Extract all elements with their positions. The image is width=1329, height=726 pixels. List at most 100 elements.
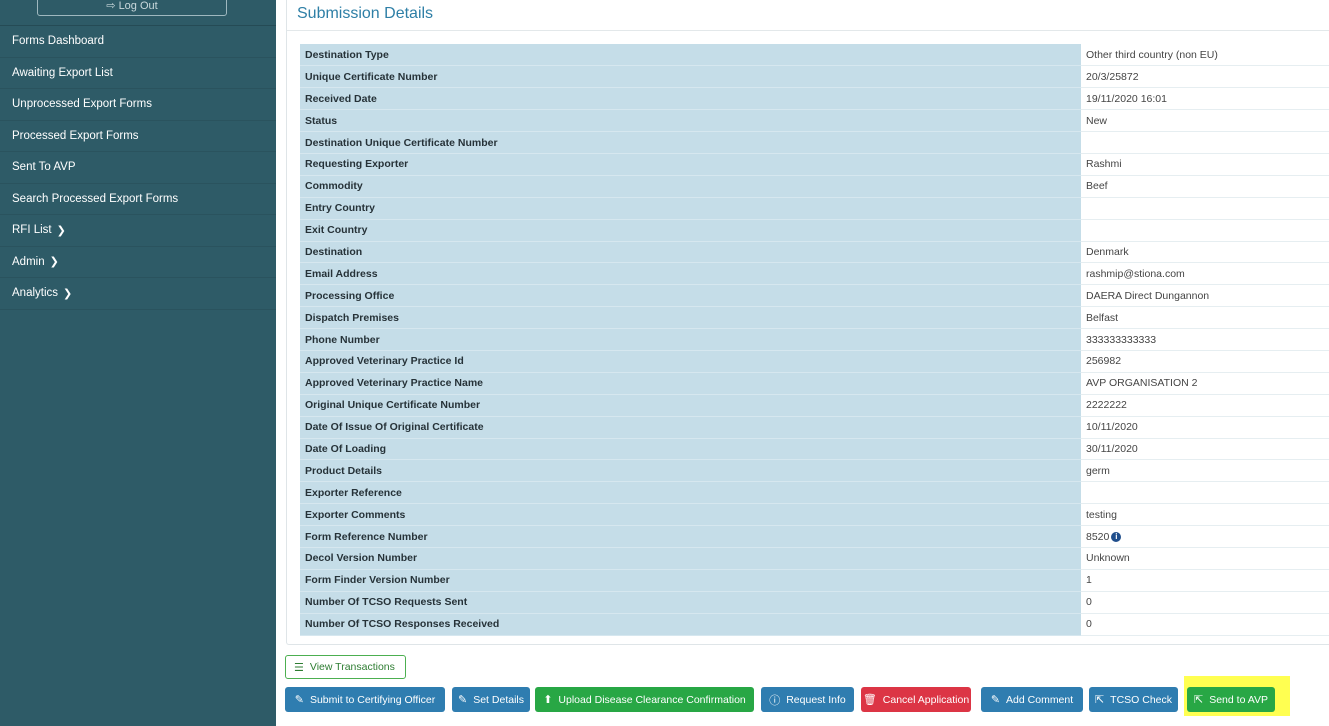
set-details-button[interactable]: ✎ Set Details xyxy=(452,687,530,712)
detail-row: Destination Type Other third country (non… xyxy=(300,44,1329,67)
detail-key: Requesting Exporter xyxy=(300,153,1081,176)
detail-value: germ xyxy=(1081,459,1329,483)
detail-row: Entry Country xyxy=(300,197,1329,220)
sidebar-item[interactable]: Search Processed Export Forms xyxy=(0,184,276,215)
detail-key: Dispatch Premises xyxy=(300,306,1081,330)
set-details-label: Set Details xyxy=(473,693,524,706)
external-link-icon: ⇱ xyxy=(1194,694,1204,706)
detail-key: Form Reference Number xyxy=(300,525,1081,548)
detail-key: Date Of Issue Of Original Certificate xyxy=(300,416,1081,439)
detail-row: Exporter Comments testing xyxy=(300,503,1329,527)
detail-value: Rashmi xyxy=(1081,153,1329,176)
send-to-avp-label: Send to AVP xyxy=(1209,693,1268,706)
detail-value xyxy=(1081,131,1329,154)
detail-value: 0 xyxy=(1081,591,1329,614)
chevron-right-icon: ❯ xyxy=(56,224,66,237)
detail-value xyxy=(1081,219,1329,242)
add-comment-button[interactable]: ✎ Add Comment xyxy=(981,687,1083,712)
detail-key: Phone Number xyxy=(300,328,1081,351)
detail-row: Requesting Exporter Rashmi xyxy=(300,153,1329,176)
detail-key: Form Finder Version Number xyxy=(300,569,1081,592)
detail-value: 8520 i xyxy=(1081,525,1329,548)
sidebar-item[interactable]: Processed Export Forms xyxy=(0,121,276,152)
logout-button[interactable]: ⇨ Log Out xyxy=(37,0,227,16)
tcso-check-label: TCSO Check xyxy=(1110,693,1173,706)
sidebar-item-label: Search Processed Export Forms xyxy=(12,192,179,205)
detail-row: Dispatch Premises Belfast xyxy=(300,306,1329,330)
detail-value: DAERA Direct Dungannon xyxy=(1081,284,1329,308)
detail-key: Date Of Loading xyxy=(300,438,1081,461)
sidebar-item-label: RFI List xyxy=(12,224,52,237)
detail-value: Beef xyxy=(1081,175,1329,198)
cancel-application-button[interactable]: 🗑 Cancel Application xyxy=(861,687,971,712)
detail-row: Received Date 19/11/2020 16:01 xyxy=(300,87,1329,111)
detail-row: Destination Unique Certificate Number xyxy=(300,131,1329,154)
logout-icon: ⇨ xyxy=(106,0,119,12)
detail-row: Status New xyxy=(300,109,1329,133)
detail-value: 256982 xyxy=(1081,350,1329,373)
sidebar-item[interactable]: Awaiting Export List xyxy=(0,58,276,89)
detail-key: Exporter Reference xyxy=(300,481,1081,505)
submit-to-certifying-officer-label: Submit to Certifying Officer xyxy=(309,693,436,706)
detail-value: Other third country (non EU) xyxy=(1081,44,1329,67)
detail-row: Unique Certificate Number 20/3/25872 xyxy=(300,65,1329,89)
detail-row: Approved Veterinary Practice Id 256982 xyxy=(300,350,1329,373)
detail-value: 333333333333 xyxy=(1081,328,1329,351)
upload-disease-clearance-label: Upload Disease Clearance Confirmation xyxy=(558,693,746,706)
cancel-application-label: Cancel Application xyxy=(882,693,970,706)
info-circle-icon: ⓘ xyxy=(769,694,781,707)
sidebar-item-label: Sent To AVP xyxy=(12,161,76,174)
sidebar-item-label: Admin xyxy=(12,255,45,268)
main-content: Submission Details Destination Type Other… xyxy=(276,0,1329,726)
panel-header: Submission Details xyxy=(287,0,1329,31)
logout-area: ⇨ Log Out xyxy=(0,0,276,26)
detail-key: Received Date xyxy=(300,87,1081,111)
request-info-button[interactable]: ⓘ Request Info xyxy=(761,687,854,712)
detail-key: Decol Version Number xyxy=(300,547,1081,570)
detail-key: Exporter Comments xyxy=(300,503,1081,527)
detail-value xyxy=(1081,197,1329,220)
sidebar-item[interactable]: Admin ❯ xyxy=(0,247,276,278)
submit-to-certifying-officer-button[interactable]: ✎ Submit to Certifying Officer xyxy=(285,687,445,712)
sidebar-item[interactable]: RFI List ❯ xyxy=(0,215,276,247)
detail-key: Email Address xyxy=(300,262,1081,286)
detail-key: Destination xyxy=(300,241,1081,264)
detail-value: 0 xyxy=(1081,613,1329,636)
upload-icon: ⬆ xyxy=(543,694,553,706)
detail-value: 30/11/2020 xyxy=(1081,438,1329,461)
send-to-avp-button[interactable]: ⇱ Send to AVP xyxy=(1187,687,1275,712)
detail-key: Approved Veterinary Practice Name xyxy=(300,372,1081,395)
detail-row: Form Finder Version Number 1 xyxy=(300,569,1329,592)
sidebar-item[interactable]: Analytics ❯ xyxy=(0,278,276,310)
sidebar-item[interactable]: Unprocessed Export Forms xyxy=(0,89,276,121)
detail-value: 19/11/2020 16:01 xyxy=(1081,87,1329,111)
form-reference-link[interactable]: 8520 xyxy=(1086,531,1109,543)
upload-disease-clearance-button[interactable]: ⬆ Upload Disease Clearance Confirmation xyxy=(535,687,754,712)
view-transactions-button[interactable]: ☰ View Transactions xyxy=(285,655,406,679)
detail-key: Product Details xyxy=(300,459,1081,483)
detail-key: Number Of TCSO Responses Received xyxy=(300,613,1081,636)
request-info-label: Request Info xyxy=(786,693,846,706)
detail-key: Processing Office xyxy=(300,284,1081,308)
edit-icon: ✎ xyxy=(458,694,468,706)
detail-key: Destination Unique Certificate Number xyxy=(300,131,1081,154)
view-transactions-label: View Transactions xyxy=(309,661,395,673)
tcso-check-button[interactable]: ⇱ TCSO Check xyxy=(1089,687,1178,712)
sidebar-item[interactable]: Forms Dashboard xyxy=(0,26,276,58)
panel-title: Submission Details xyxy=(297,5,434,22)
sidebar-item[interactable]: Sent To AVP xyxy=(0,152,276,184)
external-link-icon: ⇱ xyxy=(1094,694,1105,706)
sidebar: ⇨ Log Out Forms Dashboard Awaiting Export… xyxy=(0,0,276,726)
detail-row: Processing Office DAERA Direct Dungannon xyxy=(300,284,1329,308)
detail-key: Original Unique Certificate Number xyxy=(300,394,1081,417)
detail-key: Status xyxy=(300,109,1081,133)
detail-key: Unique Certificate Number xyxy=(300,65,1081,89)
detail-row: Number Of TCSO Responses Received 0 xyxy=(300,613,1329,636)
info-circle-icon[interactable]: i xyxy=(1111,531,1122,542)
detail-key: Exit Country xyxy=(300,219,1081,242)
submission-details-panel: Submission Details Destination Type Other… xyxy=(286,0,1329,645)
edit-icon: ✎ xyxy=(294,694,304,706)
edit-icon: ✎ xyxy=(990,694,1001,706)
detail-value: testing xyxy=(1081,503,1329,527)
detail-row: Number Of TCSO Requests Sent 0 xyxy=(300,591,1329,614)
